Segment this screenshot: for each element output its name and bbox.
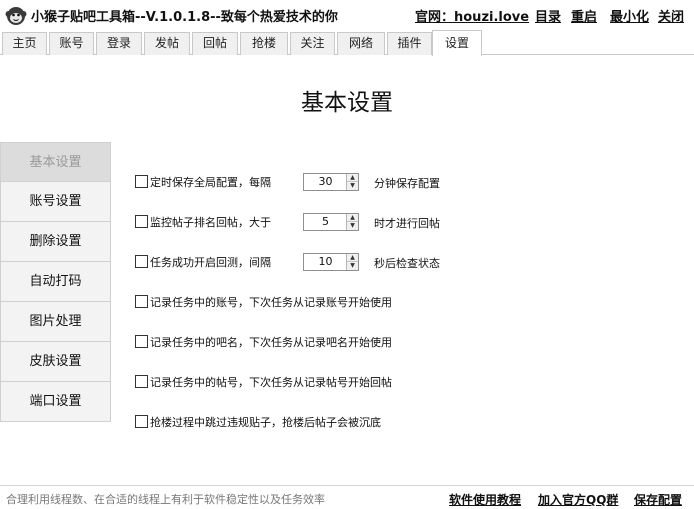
auto-save-checkbox[interactable]: [135, 175, 148, 188]
title-bar: 小猴子贴吧工具箱--V.1.0.1.8--致每个热爱技术的你 官网：houzi.…: [0, 0, 694, 30]
tab-post[interactable]: 发帖: [144, 32, 190, 55]
minimize-link[interactable]: 最小化: [610, 6, 649, 25]
recheck-label: 任务成功开启回测，间隔: [150, 256, 271, 269]
app-title: 小猴子贴吧工具箱--V.1.0.1.8--致每个热爱技术的你: [31, 10, 338, 25]
tab-reply[interactable]: 回帖: [192, 32, 238, 55]
directory-link[interactable]: 目录: [535, 6, 561, 25]
stepper-buttons: ▲ ▼: [346, 174, 358, 190]
tab-account[interactable]: 账号: [49, 32, 94, 55]
record-post-label: 记录任务中的帖号，下次任务从记录帖号开始回帖: [150, 376, 392, 389]
website-link[interactable]: 官网：houzi.love: [415, 6, 529, 25]
tab-plugins[interactable]: 插件: [387, 32, 432, 55]
tab-follow[interactable]: 关注: [290, 32, 335, 55]
sidebar-item-port-settings[interactable]: 端口设置: [0, 382, 111, 422]
auto-save-interval-stepper[interactable]: 30 ▲ ▼: [303, 173, 359, 191]
spin-up-arrow-icon[interactable]: ▲: [347, 214, 358, 222]
record-forum-checkbox[interactable]: [135, 335, 148, 348]
tab-grab-floor[interactable]: 抢楼: [240, 32, 288, 55]
page-title: 基本设置: [301, 90, 393, 116]
recheck-checkbox[interactable]: [135, 255, 148, 268]
status-bar: 合理利用线程数、在合适的线程上有利于软件稳定性以及任务效率 软件使用教程 加入官…: [0, 485, 694, 509]
sidebar-item-skin-settings[interactable]: 皮肤设置: [0, 342, 111, 382]
auto-save-suffix: 分钟保存配置: [374, 177, 440, 190]
monkey-logo-icon: [5, 7, 27, 25]
close-link[interactable]: 关闭: [658, 6, 684, 25]
tab-bar: 主页 账号 登录 发帖 回帖 抢楼 关注 网络 插件 设置: [0, 30, 694, 56]
monitor-rank-stepper[interactable]: 5 ▲ ▼: [303, 213, 359, 231]
spin-down-arrow-icon[interactable]: ▼: [347, 262, 358, 270]
save-config-link[interactable]: 保存配置: [634, 491, 682, 508]
setting-row-skip-violation: 抢楼过程中跳过违规贴子，抢楼后帖子会被沉底: [135, 412, 465, 432]
auto-save-label: 定时保存全局配置，每隔: [150, 176, 271, 189]
sidebar-item-image-processing[interactable]: 图片处理: [0, 302, 111, 342]
stepper-buttons: ▲ ▼: [346, 254, 358, 270]
status-tip: 合理利用线程数、在合适的线程上有利于软件稳定性以及任务效率: [6, 493, 325, 506]
record-account-checkbox[interactable]: [135, 295, 148, 308]
spin-up-arrow-icon[interactable]: ▲: [347, 254, 358, 262]
skip-violation-label: 抢楼过程中跳过违规贴子，抢楼后帖子会被沉底: [150, 416, 381, 429]
record-forum-label: 记录任务中的吧名，下次任务从记录吧名开始使用: [150, 336, 392, 349]
sidebar-item-basic-settings[interactable]: 基本设置: [0, 142, 111, 182]
tutorial-link[interactable]: 软件使用教程: [449, 491, 521, 508]
monitor-rank-suffix: 时才进行回帖: [374, 217, 440, 230]
auto-save-interval-value[interactable]: 30: [304, 174, 347, 190]
monitor-rank-label: 监控帖子排名回帖，大于: [150, 216, 271, 229]
tab-home[interactable]: 主页: [2, 32, 47, 55]
skip-violation-checkbox[interactable]: [135, 415, 148, 428]
recheck-suffix: 秒后检查状态: [374, 257, 440, 270]
monitor-rank-value[interactable]: 5: [304, 214, 347, 230]
tab-settings[interactable]: 设置: [432, 30, 482, 56]
tab-login[interactable]: 登录: [96, 32, 142, 55]
restart-link[interactable]: 重启: [571, 6, 597, 25]
sidebar-item-account-settings[interactable]: 账号设置: [0, 182, 111, 222]
recheck-interval-stepper[interactable]: 10 ▲ ▼: [303, 253, 359, 271]
setting-row-record-post: 记录任务中的帖号，下次任务从记录帖号开始回帖: [135, 372, 465, 392]
record-account-label: 记录任务中的账号，下次任务从记录账号开始使用: [150, 296, 392, 309]
monitor-rank-checkbox[interactable]: [135, 215, 148, 228]
setting-row-record-forum: 记录任务中的吧名，下次任务从记录吧名开始使用: [135, 332, 465, 352]
setting-row-record-account: 记录任务中的账号，下次任务从记录账号开始使用: [135, 292, 465, 312]
stepper-buttons: ▲ ▼: [346, 214, 358, 230]
recheck-interval-value[interactable]: 10: [304, 254, 347, 270]
spin-down-arrow-icon[interactable]: ▼: [347, 182, 358, 190]
spin-down-arrow-icon[interactable]: ▼: [347, 222, 358, 230]
tab-network[interactable]: 网络: [337, 32, 385, 55]
record-post-checkbox[interactable]: [135, 375, 148, 388]
spin-up-arrow-icon[interactable]: ▲: [347, 174, 358, 182]
sidebar-item-delete-settings[interactable]: 删除设置: [0, 222, 111, 262]
sidebar-item-auto-captcha[interactable]: 自动打码: [0, 262, 111, 302]
join-qq-group-link[interactable]: 加入官方QQ群: [538, 491, 618, 508]
